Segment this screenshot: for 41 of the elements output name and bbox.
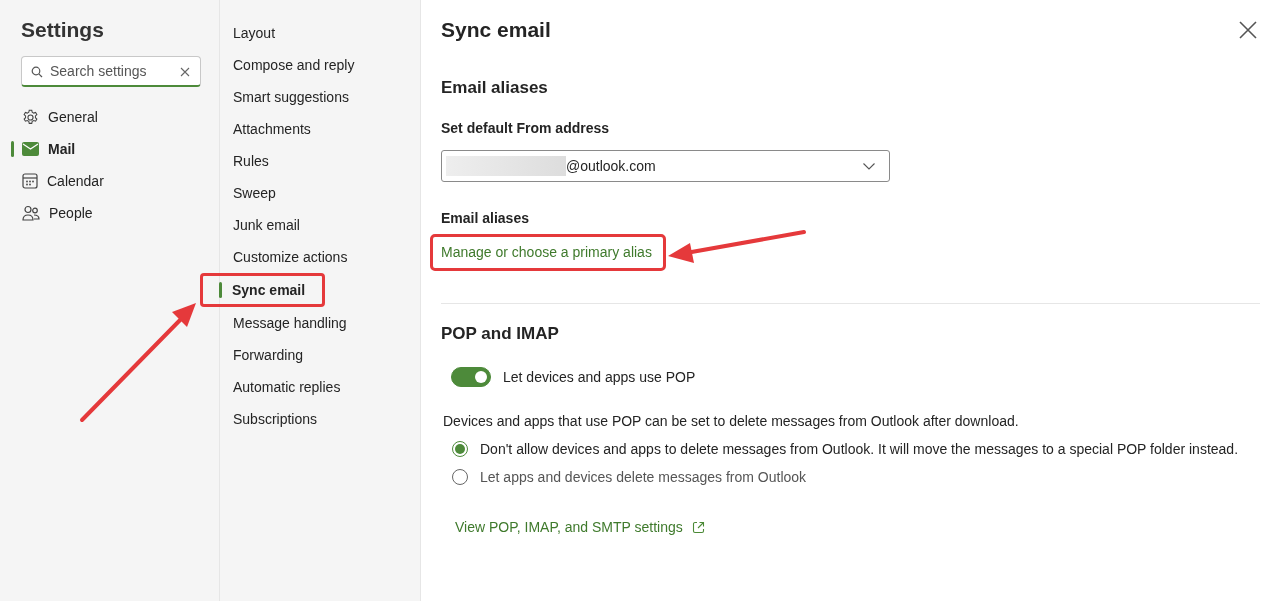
field-label: Set default From address bbox=[441, 120, 611, 136]
people-icon bbox=[22, 205, 40, 221]
subnav-item[interactable]: Message handling bbox=[220, 307, 420, 339]
subnav-item[interactable]: Sync email bbox=[200, 273, 325, 307]
search-icon bbox=[31, 66, 43, 78]
section-heading: Email aliases bbox=[441, 78, 549, 98]
description-text: Devices and apps that use POP can be set to delete messages from Outlook after download. bbox=[443, 413, 1020, 429]
subnav-item[interactable]: Customize actions bbox=[220, 241, 420, 273]
subnav-item[interactable]: Compose and reply bbox=[220, 49, 420, 81]
subnav-item[interactable]: Layout bbox=[220, 17, 420, 49]
subnav-item[interactable]: Sweep bbox=[220, 177, 420, 209]
external-link-icon bbox=[691, 520, 705, 534]
subnav-item[interactable]: Automatic replies bbox=[220, 371, 420, 403]
search-field[interactable]: Search settings bbox=[21, 56, 201, 87]
close-icon[interactable] bbox=[1239, 21, 1257, 39]
radio-label: Don't allow devices and apps to delete messages from Outlook. It will move the messages to a special POP folder instead. bbox=[480, 441, 1239, 457]
nav-item[interactable]: General bbox=[0, 101, 219, 133]
field-label: Email aliases bbox=[441, 210, 530, 226]
clear-icon[interactable] bbox=[180, 67, 190, 77]
panel-title: Sync email bbox=[441, 18, 551, 42]
pop-settings-link[interactable]: View POP, IMAP, and SMTP settings bbox=[455, 519, 683, 535]
chevron-down-icon bbox=[863, 162, 875, 170]
subnav-item[interactable]: Smart suggestions bbox=[220, 81, 420, 113]
from-address-dropdown[interactable]: @outlook.com bbox=[441, 150, 890, 182]
subnav-item[interactable]: Attachments bbox=[220, 113, 420, 145]
settings-title: Settings bbox=[21, 18, 105, 42]
nav-item[interactable]: Mail bbox=[0, 133, 219, 165]
envelope-icon bbox=[22, 142, 39, 156]
gear-icon bbox=[22, 108, 39, 126]
toggle-label: Let devices and apps use POP bbox=[503, 369, 696, 385]
nav-item[interactable]: People bbox=[0, 197, 219, 229]
nav-item[interactable]: Calendar bbox=[0, 165, 219, 197]
subnav-item[interactable]: Subscriptions bbox=[220, 403, 420, 435]
section-heading: POP and IMAP bbox=[441, 324, 560, 344]
calendar-icon bbox=[22, 173, 38, 189]
pop-toggle[interactable] bbox=[451, 367, 491, 387]
subnav-item[interactable]: Rules bbox=[220, 145, 420, 177]
radio-label: Let apps and devices delete messages from Outlook bbox=[480, 469, 807, 485]
manage-alias-link[interactable]: Manage or choose a primary alias bbox=[430, 234, 666, 271]
subnav-item[interactable]: Junk email bbox=[220, 209, 420, 241]
subnav-item[interactable]: Forwarding bbox=[220, 339, 420, 371]
